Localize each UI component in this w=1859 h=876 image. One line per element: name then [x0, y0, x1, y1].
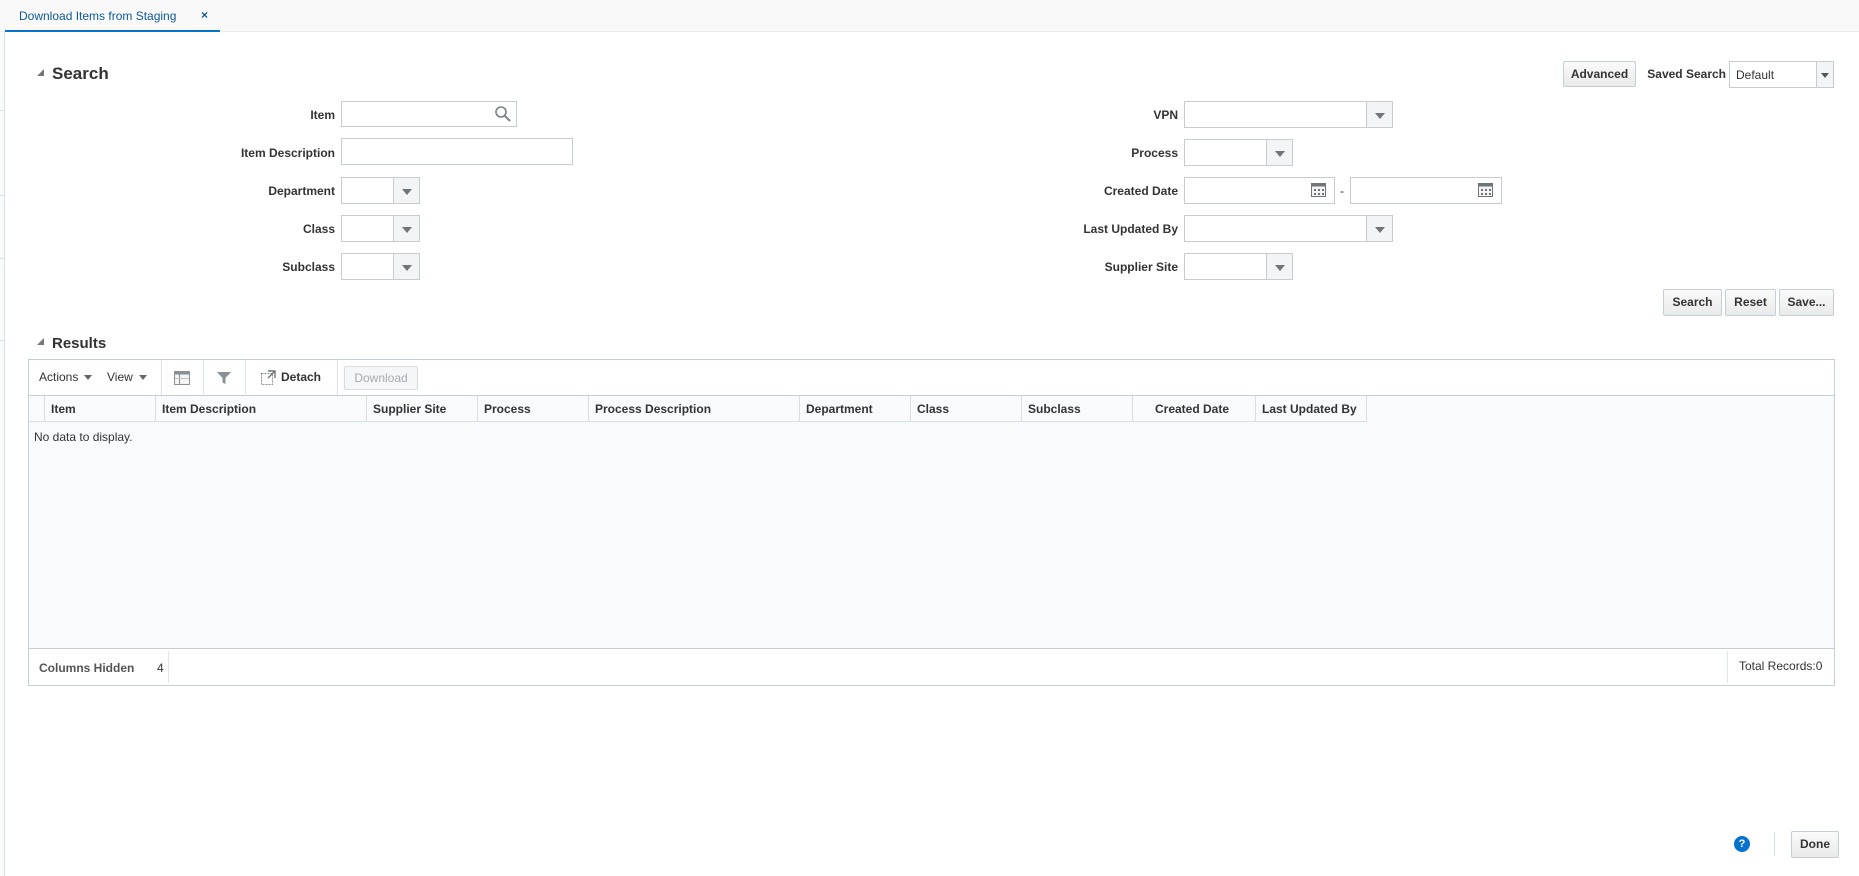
results-grid: Item Item Description Supplier Site Proc… [29, 395, 1834, 649]
chevron-down-icon[interactable] [393, 178, 419, 203]
created-date-to-input[interactable] [1350, 177, 1502, 204]
subclass-select[interactable] [341, 253, 420, 280]
detach-button[interactable]: Detach [260, 360, 321, 395]
done-label: Done [1800, 837, 1830, 851]
item-description-label: Item Description [240, 146, 335, 160]
search-button-label: Search [1672, 295, 1713, 309]
class-select[interactable] [341, 215, 420, 242]
search-disclosure-icon[interactable] [37, 69, 44, 76]
query-by-example-button[interactable] [216, 370, 232, 386]
vpn-label: VPN [1153, 108, 1178, 122]
download-button[interactable]: Download [344, 366, 418, 390]
column-header-subclass[interactable]: Subclass [1022, 396, 1133, 422]
save-button-label: Save... [1787, 295, 1826, 309]
subclass-label: Subclass [282, 260, 335, 274]
column-header-last-updated-by[interactable]: Last Updated By [1256, 396, 1367, 422]
actions-label: Actions [39, 370, 79, 384]
created-date-label: Created Date [1103, 184, 1178, 198]
column-header-item[interactable]: Item [45, 396, 156, 422]
supplier-site-label: Supplier Site [1104, 260, 1178, 274]
calendar-icon[interactable] [1311, 183, 1326, 197]
document-tab-bar: Download Items from Staging × [0, 0, 1859, 32]
tab-title: Download Items from Staging [19, 9, 177, 23]
view-label: View [107, 370, 133, 384]
chevron-down-icon[interactable] [393, 254, 419, 279]
column-header-department[interactable]: Department [800, 396, 911, 422]
detach-label: Detach [281, 370, 322, 384]
saved-search-value: Default [1736, 68, 1775, 82]
class-label: Class [302, 222, 335, 236]
department-label: Department [268, 184, 335, 198]
item-label: Item [310, 108, 335, 122]
tab-download-items-from-staging[interactable]: Download Items from Staging × [5, 0, 220, 32]
created-date-from-input[interactable] [1184, 177, 1335, 204]
advanced-label: Advanced [1570, 67, 1629, 81]
vpn-select[interactable] [1184, 101, 1393, 128]
column-header-class[interactable]: Class [911, 396, 1022, 422]
search-icon[interactable] [494, 105, 512, 123]
chevron-down-icon[interactable] [1816, 62, 1833, 87]
last-updated-by-label: Last Updated By [1083, 222, 1178, 236]
columns-hidden-count[interactable]: 4 [157, 661, 164, 675]
supplier-site-select[interactable] [1184, 253, 1293, 280]
done-button[interactable]: Done [1791, 831, 1839, 858]
view-menu[interactable]: View [107, 360, 147, 395]
search-section-title: Search [52, 64, 109, 83]
freeze-button[interactable] [174, 370, 190, 386]
column-header-supplier-site[interactable]: Supplier Site [367, 396, 478, 422]
department-select[interactable] [341, 177, 420, 204]
chevron-down-icon [138, 375, 147, 381]
item-description-input[interactable] [341, 138, 573, 165]
search-button[interactable]: Search [1663, 289, 1722, 316]
left-rail [0, 0, 5, 876]
close-icon[interactable]: × [201, 8, 208, 22]
chevron-down-icon [84, 375, 93, 381]
results-footer: Columns Hidden 4 Total Records:0 [29, 649, 1834, 685]
saved-search-select[interactable]: Default [1729, 61, 1834, 88]
column-header-created-date[interactable]: Created Date [1133, 396, 1256, 422]
filter-icon [217, 372, 231, 384]
item-input[interactable] [341, 101, 517, 127]
chevron-down-icon[interactable] [1266, 254, 1292, 279]
date-range-separator: - [1340, 184, 1344, 198]
process-select[interactable] [1184, 139, 1293, 166]
chevron-down-icon[interactable] [393, 216, 419, 241]
column-header-process[interactable]: Process [478, 396, 589, 422]
results-disclosure-icon[interactable] [37, 338, 44, 345]
chevron-down-icon[interactable] [1366, 216, 1392, 241]
reset-button-label: Reset [1734, 295, 1767, 309]
row-header-column [29, 396, 45, 422]
total-records: Total Records:0 [1739, 659, 1823, 673]
detach-icon [261, 370, 276, 385]
last-updated-by-select[interactable] [1184, 215, 1393, 242]
empty-message: No data to display. [34, 430, 133, 444]
saved-search-label: Saved Search [1647, 67, 1726, 81]
calendar-icon[interactable] [1478, 183, 1493, 197]
actions-menu[interactable]: Actions [39, 360, 93, 395]
columns-hidden-label: Columns Hidden [39, 661, 135, 675]
chevron-down-icon[interactable] [1266, 140, 1292, 165]
process-label: Process [1131, 146, 1178, 160]
bottom-divider [1774, 832, 1775, 856]
results-table: Actions View Detach Download Item Item D… [28, 359, 1835, 686]
download-label: Download [354, 371, 408, 385]
column-header-item-description[interactable]: Item Description [156, 396, 367, 422]
save-button[interactable]: Save... [1779, 289, 1834, 316]
results-section-title: Results [52, 335, 107, 352]
chevron-down-icon[interactable] [1366, 102, 1392, 127]
column-header-process-description[interactable]: Process Description [589, 396, 800, 422]
advanced-button[interactable]: Advanced [1563, 61, 1636, 87]
reset-button[interactable]: Reset [1725, 289, 1776, 316]
help-icon[interactable]: ? [1734, 836, 1750, 852]
freeze-column-icon [174, 371, 190, 385]
